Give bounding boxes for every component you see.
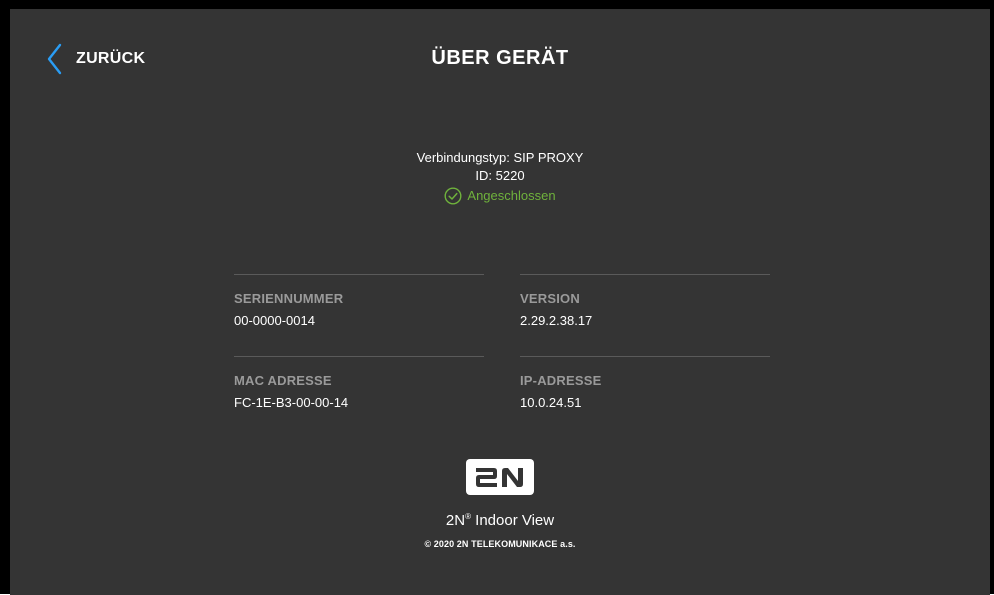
divider — [520, 274, 770, 275]
top-bar: ZURÜCK ÜBER GERÄT — [10, 9, 990, 109]
version-label: VERSION — [520, 291, 580, 306]
2n-logo — [466, 459, 534, 495]
page-title: ÜBER GERÄT — [431, 47, 569, 69]
check-circle-icon — [444, 187, 462, 205]
device-frame: ZURÜCK ÜBER GERÄT Verbindungstyp: SIP PR… — [0, 0, 994, 595]
ip-address-cell: IP-ADRESSE 10.0.24.51 — [520, 356, 770, 410]
version-cell: VERSION 2.29.2.38.17 — [520, 274, 770, 328]
version-value: 2.29.2.38.17 — [520, 313, 593, 328]
connection-status: Angeschlossen — [444, 187, 556, 205]
status-text: Angeschlossen — [467, 188, 556, 203]
divider — [234, 274, 484, 275]
serial-number-label: SERIENNUMMER — [234, 291, 344, 306]
mac-address-cell: MAC ADRESSE FC-1E-B3-00-00-14 — [234, 356, 484, 410]
connection-type: Verbindungstyp: SIP PROXY — [416, 150, 584, 165]
serial-number-cell: SERIENNUMMER 00-0000-0014 — [234, 274, 484, 328]
mac-address-value: FC-1E-B3-00-00-14 — [234, 395, 349, 410]
ip-address-value: 10.0.24.51 — [520, 395, 582, 410]
device-id: ID: 5220 — [475, 168, 525, 183]
divider — [234, 356, 484, 357]
copyright-text: © 2020 2N TELEKOMUNIKACE a.s. — [424, 539, 576, 549]
brand-footer: 2N® Indoor View © 2020 2N TELEKOMUNIKACE… — [10, 459, 990, 549]
serial-number-value: 00-0000-0014 — [234, 313, 315, 328]
product-name: 2N® Indoor View — [445, 512, 555, 529]
connection-info: Verbindungstyp: SIP PROXY ID: 5220 Anges… — [10, 149, 990, 210]
ip-address-label: IP-ADRESSE — [520, 373, 602, 388]
mac-address-label: MAC ADRESSE — [234, 373, 332, 388]
about-device-screen: ZURÜCK ÜBER GERÄT Verbindungstyp: SIP PR… — [10, 9, 990, 595]
divider — [520, 356, 770, 357]
